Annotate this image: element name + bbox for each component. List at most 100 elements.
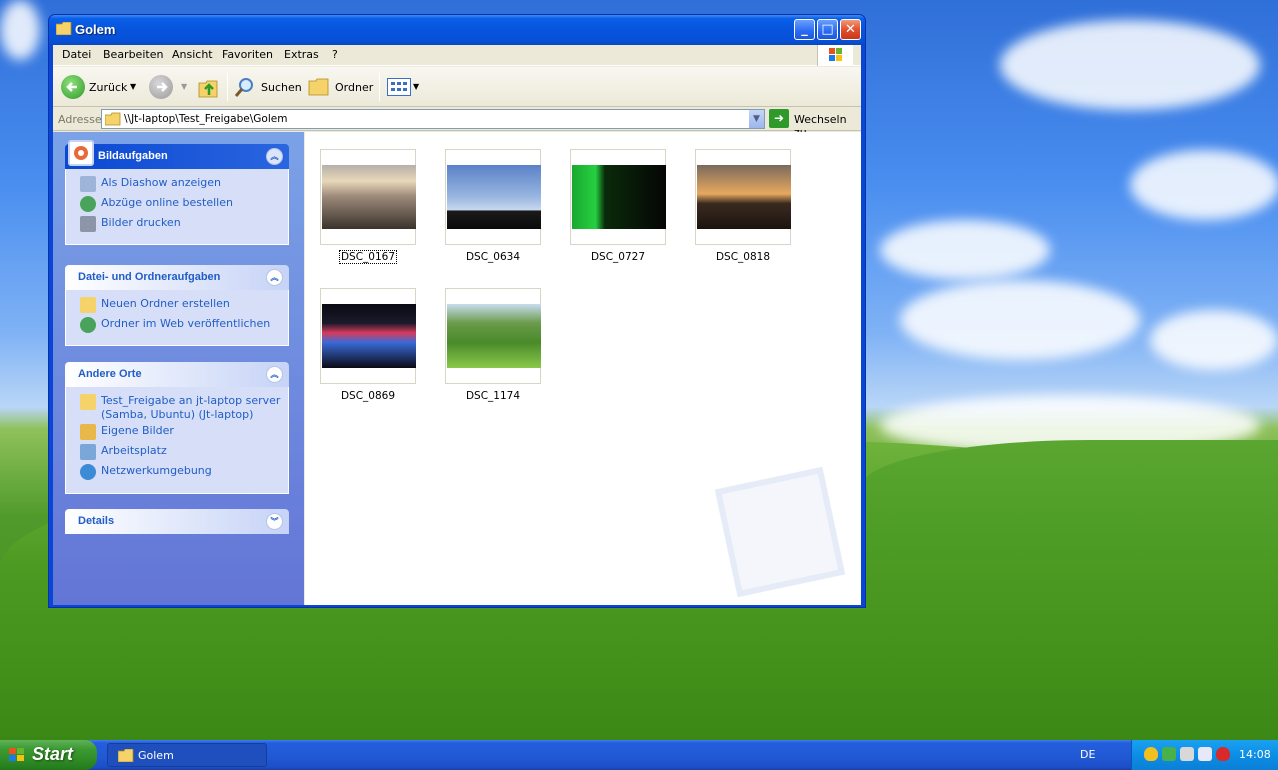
file-name[interactable]: DSC_0727 <box>570 251 666 263</box>
thumbnail[interactable] <box>320 288 416 384</box>
language-indicator[interactable]: DE <box>1080 748 1095 761</box>
thumbnail[interactable] <box>570 149 666 245</box>
cloud <box>0 0 40 60</box>
picture-tasks-body: Als Diashow anzeigen Abzüge online beste… <box>65 169 289 245</box>
computer-icon <box>80 444 96 460</box>
back-dropdown-chevron-icon[interactable]: ▼ <box>130 82 136 91</box>
place-label[interactable]: Eigene Bilder <box>101 424 174 437</box>
search-icon[interactable] <box>233 76 257 100</box>
go-arrow-icon[interactable]: ➜ <box>769 109 789 128</box>
thumbnail[interactable] <box>695 149 791 245</box>
task-label[interactable]: Bilder drucken <box>101 216 181 229</box>
menu-help[interactable]: ? <box>332 48 338 61</box>
update-icon[interactable] <box>1162 747 1176 761</box>
address-label: Adresse <box>58 113 102 126</box>
maximize-button[interactable]: □ <box>817 19 838 40</box>
task-pane: Bildaufgaben ︽ Als Diashow anzeigen Abzü… <box>53 132 304 605</box>
place-label[interactable]: Arbeitsplatz <box>101 444 167 457</box>
thumbnail[interactable] <box>445 288 541 384</box>
place-label[interactable]: Test_Freigabe an jt-laptop server (Samba… <box>101 394 280 421</box>
forward-dropdown-chevron-icon[interactable]: ▼ <box>181 82 187 91</box>
place-network[interactable]: Netzwerkumgebung <box>66 464 288 484</box>
thumbnail[interactable] <box>320 149 416 245</box>
menu-ansicht[interactable]: Ansicht <box>172 48 213 61</box>
address-dropdown-chevron-icon[interactable]: ▼ <box>748 110 764 128</box>
chevron-up-icon[interactable]: ︽ <box>266 148 283 165</box>
panel-title: Bildaufgaben <box>98 150 168 162</box>
toolbar-separator <box>379 73 380 101</box>
folders-icon[interactable] <box>308 77 330 97</box>
arrow-left-icon <box>66 82 77 92</box>
file-name[interactable]: DSC_0869 <box>320 390 416 402</box>
task-label[interactable]: Neuen Ordner erstellen <box>101 297 230 310</box>
security-alert-icon[interactable] <box>1216 747 1230 761</box>
place-my-computer[interactable]: Arbeitsplatz <box>66 444 288 464</box>
file-tasks-header[interactable]: Datei- und Ordneraufgaben ︽ <box>65 265 289 290</box>
back-button-label[interactable]: Zurück <box>89 81 127 94</box>
file-name[interactable]: DSC_0167 <box>320 250 416 264</box>
forward-arrow-icon[interactable] <box>149 75 173 99</box>
security-shield-icon[interactable] <box>1144 747 1158 761</box>
file-name[interactable]: DSC_1174 <box>445 390 541 402</box>
display-icon[interactable] <box>1198 747 1212 761</box>
file-view[interactable]: DSC_0167 DSC_0634 DSC_0727 DSC_0818 DSC_… <box>305 132 861 605</box>
magnifier-icon <box>234 78 253 97</box>
network-status-icon[interactable] <box>1180 747 1194 761</box>
new-folder-icon <box>80 297 96 313</box>
folders-button-label[interactable]: Ordner <box>335 81 373 94</box>
photo-sunset-station <box>697 165 791 229</box>
picture-tasks-header[interactable]: Bildaufgaben ︽ <box>65 140 289 169</box>
other-places-header[interactable]: Andere Orte ︽ <box>65 362 289 387</box>
place-label[interactable]: Netzwerkumgebung <box>101 464 212 477</box>
task-new-folder[interactable]: Neuen Ordner erstellen <box>66 297 288 317</box>
close-button[interactable]: ✕ <box>840 19 861 40</box>
search-button-label[interactable]: Suchen <box>261 81 302 94</box>
task-print-pictures[interactable]: Bilder drucken <box>66 216 288 236</box>
cloud <box>1150 310 1278 370</box>
taskbar: Start Golem DE 14:08 <box>0 740 1278 770</box>
menu-favoriten[interactable]: Favoriten <box>222 48 273 61</box>
windows-flag-icon <box>829 48 842 61</box>
menu-datei[interactable]: Datei <box>62 48 91 61</box>
address-input[interactable]: \\Jt-laptop\Test_Freigabe\Golem ▼ <box>101 109 765 129</box>
title-bar[interactable]: Golem _ □ ✕ <box>49 15 865 45</box>
green-hill <box>860 440 1278 560</box>
views-icon[interactable] <box>387 78 411 96</box>
toolbar-separator <box>227 73 228 101</box>
clock: 14:08 <box>1239 748 1271 761</box>
printer-icon <box>80 216 96 232</box>
chevron-up-icon[interactable]: ︽ <box>266 269 283 286</box>
up-folder-icon[interactable] <box>197 75 221 99</box>
network-folder-icon <box>80 394 96 410</box>
photo-cathedral-statue <box>447 165 541 229</box>
thumbnail[interactable] <box>445 149 541 245</box>
menu-bearbeiten[interactable]: Bearbeiten <box>103 48 163 61</box>
arrow-right-icon <box>157 82 168 92</box>
photo-sunset-trees <box>322 165 416 229</box>
back-arrow-icon[interactable] <box>61 75 85 99</box>
task-slideshow[interactable]: Als Diashow anzeigen <box>66 176 288 196</box>
folder-icon <box>308 78 329 96</box>
file-tasks-panel: Datei- und Ordneraufgaben ︽ Neuen Ordner… <box>65 265 289 346</box>
chevron-down-icon[interactable]: ︾ <box>266 513 283 530</box>
minimize-button[interactable]: _ <box>794 19 815 40</box>
photo-green-lights-night <box>572 165 666 229</box>
window-frame: Datei Bearbeiten Ansicht Favoriten Extra… <box>53 45 861 605</box>
chevron-up-icon[interactable]: ︽ <box>266 366 283 383</box>
place-network-share[interactable]: Test_Freigabe an jt-laptop server (Samba… <box>66 394 288 424</box>
views-dropdown-chevron-icon[interactable]: ▼ <box>413 82 419 91</box>
task-label[interactable]: Abzüge online bestellen <box>101 196 233 209</box>
details-panel: Details ︾ <box>65 509 289 534</box>
task-label[interactable]: Ordner im Web veröffentlichen <box>101 317 270 330</box>
place-my-pictures[interactable]: Eigene Bilder <box>66 424 288 444</box>
task-label[interactable]: Als Diashow anzeigen <box>101 176 221 189</box>
task-publish-web[interactable]: Ordner im Web veröffentlichen <box>66 317 288 337</box>
task-order-prints[interactable]: Abzüge online bestellen <box>66 196 288 216</box>
view-grid-icon <box>391 82 407 91</box>
file-name[interactable]: DSC_0634 <box>445 251 541 263</box>
menu-extras[interactable]: Extras <box>284 48 319 61</box>
start-button[interactable]: Start <box>0 740 97 770</box>
file-name[interactable]: DSC_0818 <box>695 251 791 263</box>
taskbar-window-button[interactable]: Golem <box>107 743 267 767</box>
details-header[interactable]: Details ︾ <box>65 509 289 534</box>
